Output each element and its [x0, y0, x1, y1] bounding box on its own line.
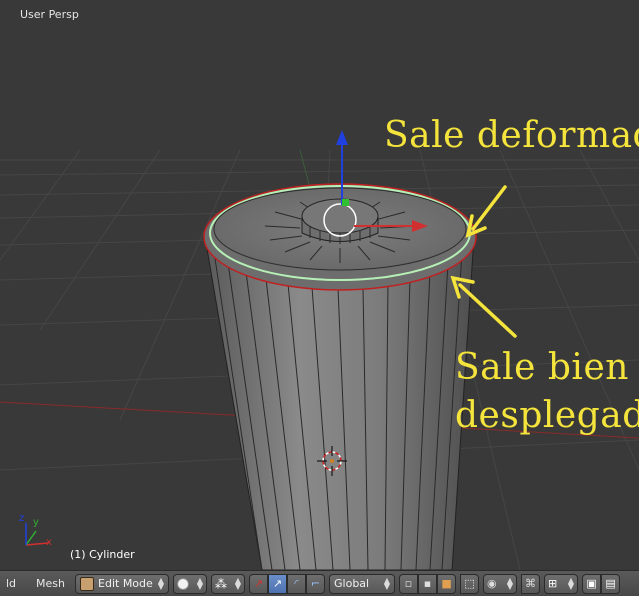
y-axis-handle — [342, 199, 349, 206]
mode-select[interactable]: Edit Mode ▲ ▼ — [75, 573, 170, 594]
manipulator-toggle-icon[interactable]: ↗ — [249, 573, 269, 594]
proportional-edit-select[interactable]: ◉ ▲ ▼ — [483, 573, 518, 594]
menu-mesh[interactable]: Mesh — [30, 577, 71, 590]
axis-widget-x-label: x — [46, 537, 52, 548]
select-mode-group: ▫ ▪ ■ — [399, 573, 457, 594]
annotation-deformed: Sale deformada — [384, 115, 639, 156]
snap-element-icon: ⊞ — [548, 577, 558, 590]
snap-element-select[interactable]: ⊞ ▲ ▼ — [544, 573, 579, 594]
opengl-render-icon[interactable]: ▣ — [582, 573, 602, 594]
mode-select-value: Edit Mode — [98, 577, 153, 590]
occlude-geometry-icon[interactable]: ⬚ — [460, 573, 480, 594]
scene-canvas — [0, 130, 639, 570]
vertex-select-icon[interactable]: ▫ — [399, 573, 419, 594]
chevron-updown-icon: ▲ ▼ — [157, 575, 165, 591]
opengl-animation-icon[interactable]: ▤ — [601, 573, 621, 594]
chevron-updown-icon: ▲ ▼ — [234, 575, 242, 591]
pivot-point-select[interactable]: ⁂ ▲ ▼ — [211, 573, 246, 594]
proportional-edit-icon: ◉ — [487, 577, 497, 590]
chevron-updown-icon: ▲ ▼ — [506, 575, 514, 591]
chevron-updown-icon: ▲ ▼ — [383, 575, 391, 591]
snap-toggle-icon[interactable]: ⌘ — [521, 573, 541, 594]
axis-widget-z-label: z — [19, 513, 25, 524]
axis-widget-y-label: y — [33, 517, 39, 528]
occlude-group: ⬚ — [460, 573, 480, 594]
snap-group: ⌘ — [521, 573, 541, 594]
annotation-arrow-top — [465, 185, 507, 238]
edit-mode-icon — [80, 576, 95, 591]
shading-icon — [177, 577, 190, 590]
manipulator-group: ↗ ↗ ◜ ⌐ — [249, 573, 326, 594]
menu-add[interactable]: ld — [0, 577, 22, 590]
viewport-shading-select[interactable]: ▲ ▼ — [173, 573, 208, 594]
3d-viewport[interactable]: User Persp Sale deformada Sale bien desp… — [0, 0, 639, 570]
pivot-point-icon: ⁂ — [215, 576, 228, 591]
rotate-icon[interactable]: ◜ — [287, 573, 307, 594]
transform-orientation-select[interactable]: Global ▲ ▼ — [329, 573, 396, 594]
chevron-updown-icon: ▲ ▼ — [567, 575, 575, 591]
view-name-label: User Persp — [20, 8, 79, 21]
face-select-icon[interactable]: ■ — [437, 573, 457, 594]
scale-icon[interactable]: ⌐ — [306, 573, 326, 594]
orientation-value: Global — [334, 577, 370, 590]
translate-icon[interactable]: ↗ — [268, 573, 288, 594]
active-object-label: (1) Cylinder — [70, 548, 135, 561]
annotation-unwrapped-line2: desplegada — [455, 395, 639, 436]
3d-view-header: ld Mesh Edit Mode ▲ ▼ ▲ ▼ ⁂ ▲ ▼ ↗ ↗ ◜ ⌐ Glo… — [0, 570, 639, 596]
annotation-unwrapped-line1: Sale bien — [455, 347, 629, 388]
edge-select-icon[interactable]: ▪ — [418, 573, 438, 594]
render-group: ▣ ▤ — [582, 573, 621, 594]
chevron-updown-icon: ▲ ▼ — [196, 575, 204, 591]
